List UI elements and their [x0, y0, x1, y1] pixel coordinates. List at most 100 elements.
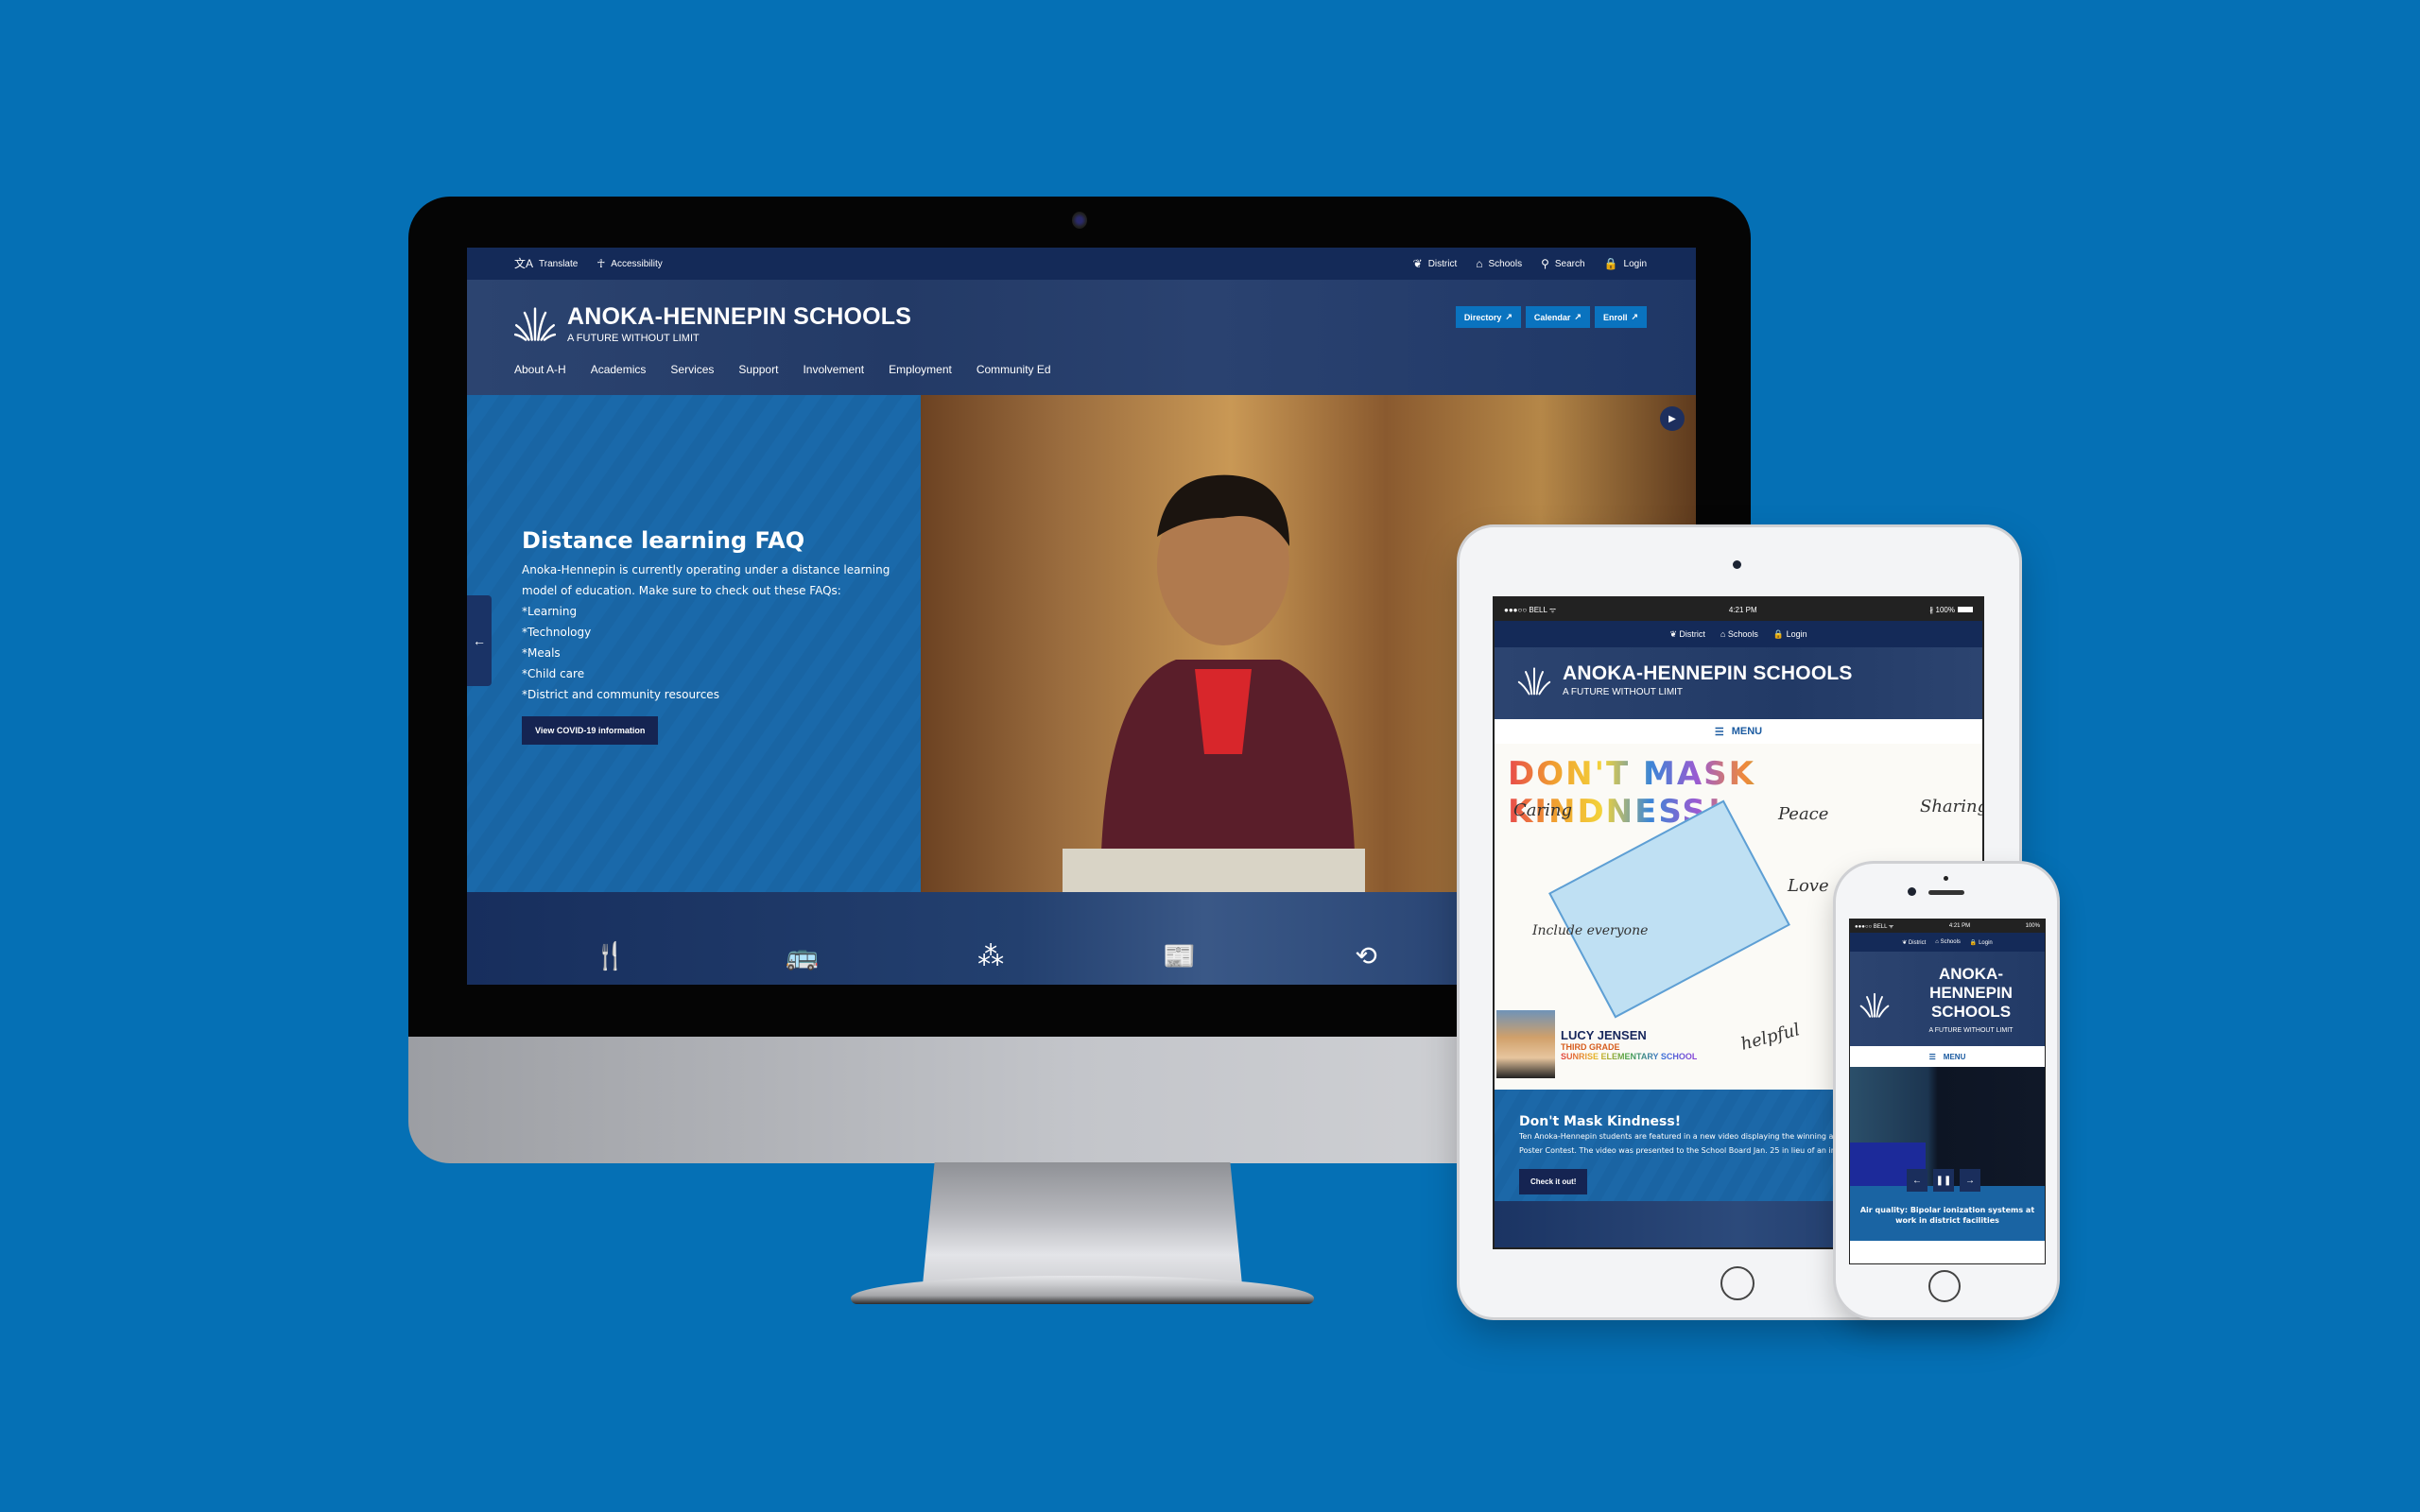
- logo-mark-icon: [1517, 666, 1551, 695]
- nav-about[interactable]: About A-H: [514, 363, 566, 376]
- district-link[interactable]: ❦ District: [1669, 629, 1705, 640]
- site-logo[interactable]: ANOKA-HENNEPIN SCHOOLS A FUTURE WITHOUT …: [514, 302, 911, 344]
- carousel-controls: ← ❚❚ →: [1907, 1169, 1980, 1192]
- faq-item: *Learning: [522, 605, 578, 618]
- artwork-word: Peace: [1778, 804, 1829, 824]
- pause-icon: ❚❚: [1933, 1169, 1954, 1192]
- faq-item: *District and community resources: [522, 688, 719, 701]
- artist-grade: THIRD GRADE: [1561, 1041, 1620, 1052]
- artist-name: LUCY JENSEN: [1561, 1027, 1647, 1042]
- imac-stand: [922, 1162, 1243, 1295]
- ipad-camera: [1733, 560, 1741, 569]
- phone-site: ●●●○○ BELL ᯤ 4:21 PM 100% ❦ District ⌂ S…: [1849, 919, 2046, 1264]
- carousel-prev-button[interactable]: ←: [467, 595, 492, 686]
- external-link-icon: ↗: [1505, 312, 1512, 321]
- utility-bar: 文A Translate ☥ Accessibility ❦ District ⌂ Sc…: [467, 248, 1696, 280]
- accessibility-icon: ☥: [596, 257, 606, 270]
- logo-mark-icon: [1859, 992, 1890, 1018]
- calendar-button[interactable]: Calendar ↗: [1525, 306, 1590, 328]
- imac-foot: [851, 1276, 1314, 1304]
- play-icon: ▶: [1668, 413, 1676, 424]
- site-name: ANOKA-HENNEPIN SCHOOLS: [567, 302, 912, 330]
- nav-academics[interactable]: Academics: [591, 363, 647, 376]
- hero-panel: ← Distance learning FAQ Anoka-Hennepin i…: [467, 395, 921, 892]
- site-header: ANOKA- HENNEPIN SCHOOLS A FUTURE WITHOUT…: [1850, 952, 2045, 1046]
- lock-icon: 🔒: [1772, 628, 1785, 639]
- arrow-left-icon: ←: [473, 633, 486, 648]
- site-header: ANOKA-HENNEPIN SCHOOLS A FUTURE WITHOUT …: [467, 280, 1696, 395]
- bus-icon[interactable]: 🚌: [786, 940, 819, 971]
- search-button[interactable]: ⚲ Search: [1541, 258, 1584, 269]
- hamburger-icon: ☰: [1928, 1052, 1936, 1061]
- carrier-signal: ●●●○○ BELL ᯤ: [1504, 605, 1557, 614]
- site-name[interactable]: ANOKA- HENNEPIN SCHOOLS: [1905, 965, 2037, 1022]
- site-name: ANOKA-HENNEPIN SCHOOLS: [1563, 662, 1853, 684]
- hero-title: Distance learning FAQ: [522, 527, 805, 554]
- site-header: ANOKA-HENNEPIN SCHOOLS A FUTURE WITHOUT …: [1495, 647, 1982, 719]
- carousel-prev-button[interactable]: ←: [1907, 1169, 1927, 1192]
- video-play-button[interactable]: ▶: [1660, 406, 1685, 431]
- site-tagline: A FUTURE WITHOUT LIMIT: [1928, 1027, 2014, 1034]
- lock-icon: 🔒: [1603, 257, 1618, 270]
- translate-link[interactable]: 文A Translate: [514, 258, 578, 269]
- directory-button[interactable]: Directory ↗: [1455, 306, 1521, 328]
- check-it-out-button[interactable]: Check it out!: [1519, 1169, 1588, 1194]
- nav-services[interactable]: Services: [670, 363, 714, 376]
- district-icon: ❦: [1902, 939, 1908, 946]
- enroll-button[interactable]: Enroll ↗: [1594, 306, 1647, 328]
- meals-icon[interactable]: 🍴: [594, 940, 627, 971]
- battery-status: 100%: [2025, 923, 2040, 929]
- nav-employment[interactable]: Employment: [889, 363, 952, 376]
- site-logo[interactable]: ANOKA-HENNEPIN SCHOOLS A FUTURE WITHOUT …: [1517, 662, 1853, 697]
- nav-involvement[interactable]: Involvement: [803, 363, 864, 376]
- jobs-icon[interactable]: 📰: [1163, 940, 1196, 971]
- status-bar: ●●●○○ BELL ᯤ 4:21 PM 100%: [1850, 919, 2045, 933]
- artwork-title: DON'T MASK KINDNESS!: [1508, 755, 1982, 831]
- status-time: 4:21 PM: [1948, 923, 1971, 929]
- nav-community-ed[interactable]: Community Ed: [977, 363, 1051, 376]
- faq-item: *Technology: [522, 626, 592, 639]
- faq-item: *Meals: [522, 646, 561, 660]
- menu-button[interactable]: ☰ MENU: [1495, 719, 1982, 744]
- site-tagline: A FUTURE WITHOUT LIMIT: [1563, 687, 1684, 697]
- network-icon[interactable]: ⁂: [977, 940, 1004, 971]
- login-link[interactable]: 🔒 Login: [1604, 258, 1647, 269]
- login-link[interactable]: 🔒 Login: [1970, 939, 1993, 946]
- accessibility-link[interactable]: ☥ Accessibility: [596, 258, 662, 269]
- translate-icon: 文A: [514, 257, 534, 270]
- artwork-word: Caring: [1513, 800, 1572, 820]
- iphone-speaker: [1928, 890, 1964, 895]
- utility-bar: ❦ District ⌂ Schools 🔒 Login: [1850, 933, 2045, 952]
- battery-status: ∦ 100%: [1929, 606, 1973, 614]
- artist-photo: [1496, 1010, 1555, 1078]
- iphone-camera: [1908, 887, 1916, 896]
- iphone-sensor: [1944, 876, 1948, 881]
- district-link[interactable]: ❦ District: [1413, 258, 1458, 269]
- slide-caption[interactable]: Air quality: Bipolar ionization systems …: [1850, 1186, 2045, 1241]
- menu-button[interactable]: ☰ MENU: [1850, 1046, 2045, 1067]
- district-icon: ❦: [1412, 257, 1423, 270]
- status-bar: ●●●○○ BELL ᯤ 4:21 PM ∦ 100%: [1495, 598, 1982, 621]
- login-link[interactable]: 🔒 Login: [1773, 629, 1807, 640]
- carousel-next-button[interactable]: →: [1960, 1169, 1980, 1192]
- external-link-icon: ↗: [1631, 312, 1638, 321]
- logo-mark-icon: [514, 307, 556, 341]
- arrow-left-icon: ←: [1907, 1169, 1927, 1192]
- district-icon: ❦: [1669, 628, 1677, 639]
- carousel-pause-button[interactable]: ❚❚: [1933, 1169, 1954, 1192]
- arrow-right-icon: →: [1960, 1169, 1980, 1192]
- schools-link[interactable]: ⌂ Schools: [1476, 258, 1522, 269]
- artist-school: SUNRISE ELEMENTARY SCHOOL: [1561, 1051, 1698, 1061]
- district-link[interactable]: ❦ District: [1902, 939, 1926, 946]
- external-link-icon: ↗: [1574, 312, 1582, 321]
- status-time: 4:21 PM: [1728, 605, 1757, 614]
- schools-link[interactable]: ⌂ Schools: [1935, 939, 1961, 945]
- hamburger-icon: ☰: [1714, 726, 1724, 738]
- schools-icon: ⌂: [1720, 629, 1726, 639]
- schools-icon: ⌂: [1935, 939, 1939, 945]
- community-icon[interactable]: ⟲: [1355, 940, 1376, 971]
- schools-link[interactable]: ⌂ Schools: [1720, 629, 1758, 639]
- covid-info-button[interactable]: View COVID-19 information: [522, 716, 659, 745]
- carrier-signal: ●●●○○ BELL ᯤ: [1855, 924, 1894, 930]
- nav-support[interactable]: Support: [738, 363, 778, 376]
